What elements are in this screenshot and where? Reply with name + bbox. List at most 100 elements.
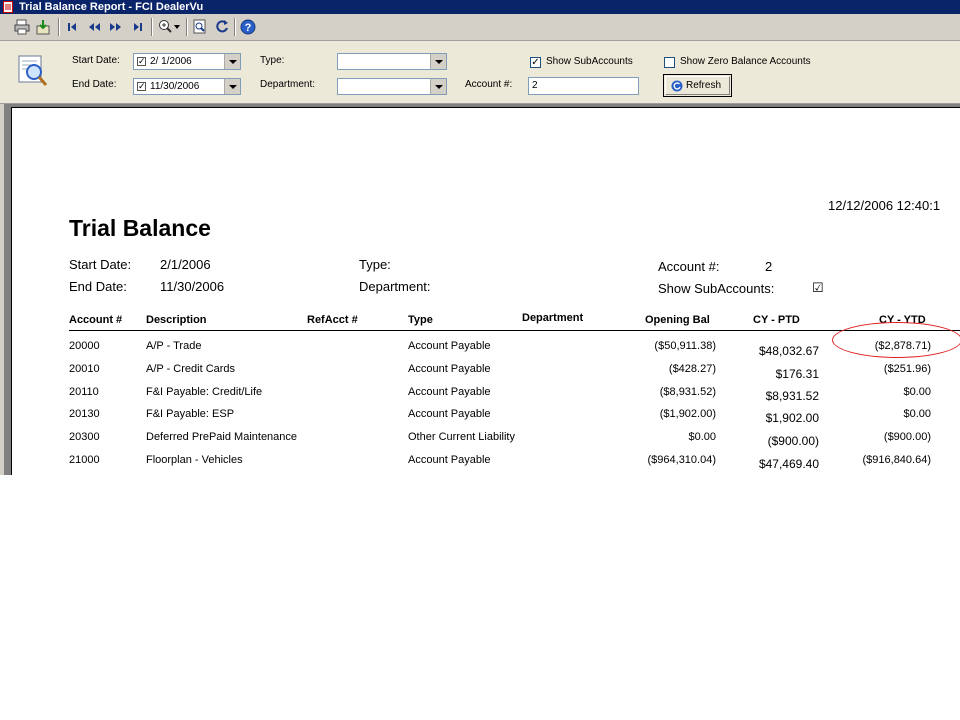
show-zero-balance-checkbox[interactable]: [664, 57, 675, 68]
report-cell-opening-bal: ($1,902.00): [659, 408, 716, 420]
report-type-label: Type:: [359, 257, 391, 272]
report-cell-description: A/P - Trade: [146, 340, 202, 352]
window-title: Trial Balance Report - FCI DealerVu: [19, 1, 204, 13]
find-icon[interactable]: [190, 17, 210, 37]
help-icon[interactable]: ?: [238, 17, 258, 37]
report-cell-opening-bal: ($50,911.38): [654, 340, 716, 352]
start-date-value: 2/ 1/2006: [150, 56, 192, 67]
report-cell-cy-ptd: $1,902.00: [765, 411, 819, 425]
report-cell-cy-ptd: ($900.00): [767, 434, 819, 448]
report-cell-type: Account Payable: [408, 363, 491, 375]
toolbar-separator: [234, 18, 236, 36]
column-header-opening-bal: Opening Bal: [645, 314, 710, 326]
refresh-button[interactable]: Refresh: [663, 74, 732, 97]
type-label: Type:: [260, 55, 285, 66]
refresh-button-label: Refresh: [686, 80, 722, 91]
export-icon[interactable]: [33, 17, 53, 37]
report-cell-opening-bal: ($428.27): [668, 363, 716, 375]
report-cell-type: Other Current Liability: [408, 431, 515, 443]
highlight-circle: [832, 322, 960, 358]
report-account-label: Account #:: [658, 259, 720, 274]
report-cell-account: 20110: [69, 386, 99, 398]
report-cell-opening-bal: $0.00: [688, 431, 716, 443]
report-show-subaccounts-label: Show SubAccounts:: [658, 281, 775, 296]
chevron-down-icon[interactable]: [224, 54, 240, 69]
title-bar: Trial Balance Report - FCI DealerVu: [0, 0, 960, 14]
column-header-refacct: RefAcct #: [307, 314, 358, 326]
report-cell-cy-ytd: $0.00: [903, 386, 931, 398]
report-cell-account: 21000: [69, 454, 100, 466]
column-header-type: Type: [408, 314, 433, 326]
report-cell-cy-ptd: $47,469.40: [758, 457, 819, 471]
report-show-subaccounts-mark: ☑: [812, 280, 824, 295]
report-cell-type: Account Payable: [408, 454, 491, 466]
report-timestamp: 12/12/2006 12:40:1: [828, 198, 941, 213]
report-cell-type: Account Payable: [408, 386, 491, 398]
report-app-icon: [3, 1, 13, 13]
end-date-picker[interactable]: ✓ 11/30/2006: [133, 78, 241, 95]
report-department-label: Department:: [359, 279, 431, 294]
end-date-label: End Date:: [72, 79, 117, 90]
start-date-picker[interactable]: ✓ 2/ 1/2006: [133, 53, 241, 70]
toolbar-separator: [58, 18, 60, 36]
report-cell-description: Deferred PrePaid Maintenance: [146, 431, 298, 443]
first-page-icon[interactable]: [62, 17, 82, 37]
report-search-icon: [18, 55, 48, 86]
toolbar-separator: [186, 18, 188, 36]
type-select[interactable]: [337, 53, 447, 70]
report-cell-type: Account Payable: [408, 340, 491, 352]
parameter-panel: Start Date: ✓ 2/ 1/2006 End Date: ✓ 11/3…: [0, 41, 960, 104]
report-cell-cy-ytd: ($900.00): [883, 431, 931, 443]
column-header-description: Description: [146, 314, 207, 326]
report-toolbar: ?: [0, 14, 960, 41]
refresh-button-icon: [671, 80, 683, 91]
report-cell-cy-ytd: ($251.96): [883, 363, 931, 375]
report-cell-account: 20000: [69, 340, 100, 352]
zoom-icon[interactable]: [156, 17, 182, 37]
report-page: 12/12/2006 12:40:1 Trial Balance Start D…: [11, 107, 960, 475]
print-icon[interactable]: [12, 17, 32, 37]
end-date-value: 11/30/2006: [150, 81, 200, 92]
report-cell-opening-bal: ($964,310.04): [647, 454, 717, 466]
svg-text:?: ?: [245, 22, 252, 34]
refresh-icon[interactable]: [212, 17, 232, 37]
report-cell-account: 20130: [69, 408, 100, 420]
report-cell-cy-ytd: ($916,840.64): [862, 454, 932, 466]
show-subaccounts-checkbox[interactable]: ✓: [530, 57, 541, 68]
toolbar-separator: [151, 18, 153, 36]
report-window: Trial Balance Report - FCI DealerVu ? St…: [0, 0, 960, 475]
column-header-department: Department: [522, 312, 584, 324]
start-date-label: Start Date:: [72, 55, 120, 66]
report-cell-cy-ptd: $8,931.52: [765, 389, 819, 403]
department-select[interactable]: [337, 78, 447, 95]
chevron-down-icon[interactable]: [224, 79, 240, 94]
show-subaccounts-label: Show SubAccounts: [546, 56, 633, 67]
column-header-cy-ptd: CY - PTD: [753, 314, 800, 326]
show-zero-balance-label: Show Zero Balance Accounts: [680, 56, 811, 67]
report-cell-account: 20010: [69, 363, 100, 375]
report-viewer: 12/12/2006 12:40:1 Trial Balance Start D…: [4, 104, 960, 475]
report-cell-opening-bal: ($8,931.52): [659, 386, 716, 398]
last-page-icon[interactable]: [128, 17, 148, 37]
report-end-date-label: End Date:: [69, 279, 127, 294]
start-date-checkbox[interactable]: ✓: [137, 57, 146, 66]
report-cell-cy-ptd: $48,032.67: [758, 344, 819, 358]
report-end-date-value: 11/30/2006: [160, 279, 225, 294]
report-cell-cy-ptd: $176.31: [775, 367, 819, 381]
report-cell-description: F&I Payable: Credit/Life: [146, 386, 263, 398]
account-input[interactable]: 2: [528, 77, 639, 95]
account-label: Account #:: [465, 79, 513, 90]
report-cell-description: F&I Payable: ESP: [146, 408, 235, 420]
previous-page-icon[interactable]: [84, 17, 104, 37]
report-title: Trial Balance: [69, 215, 211, 241]
report-cell-description: A/P - Credit Cards: [146, 363, 236, 375]
next-page-icon[interactable]: [106, 17, 126, 37]
report-cell-cy-ytd: $0.00: [903, 408, 931, 420]
chevron-down-icon[interactable]: [430, 79, 446, 94]
end-date-checkbox[interactable]: ✓: [137, 82, 146, 91]
report-start-date-label: Start Date:: [69, 257, 132, 272]
report-cell-type: Account Payable: [408, 408, 491, 420]
report-cell-description: Floorplan - Vehicles: [146, 454, 243, 466]
chevron-down-icon[interactable]: [430, 54, 446, 69]
report-account-value: 2: [765, 259, 773, 274]
